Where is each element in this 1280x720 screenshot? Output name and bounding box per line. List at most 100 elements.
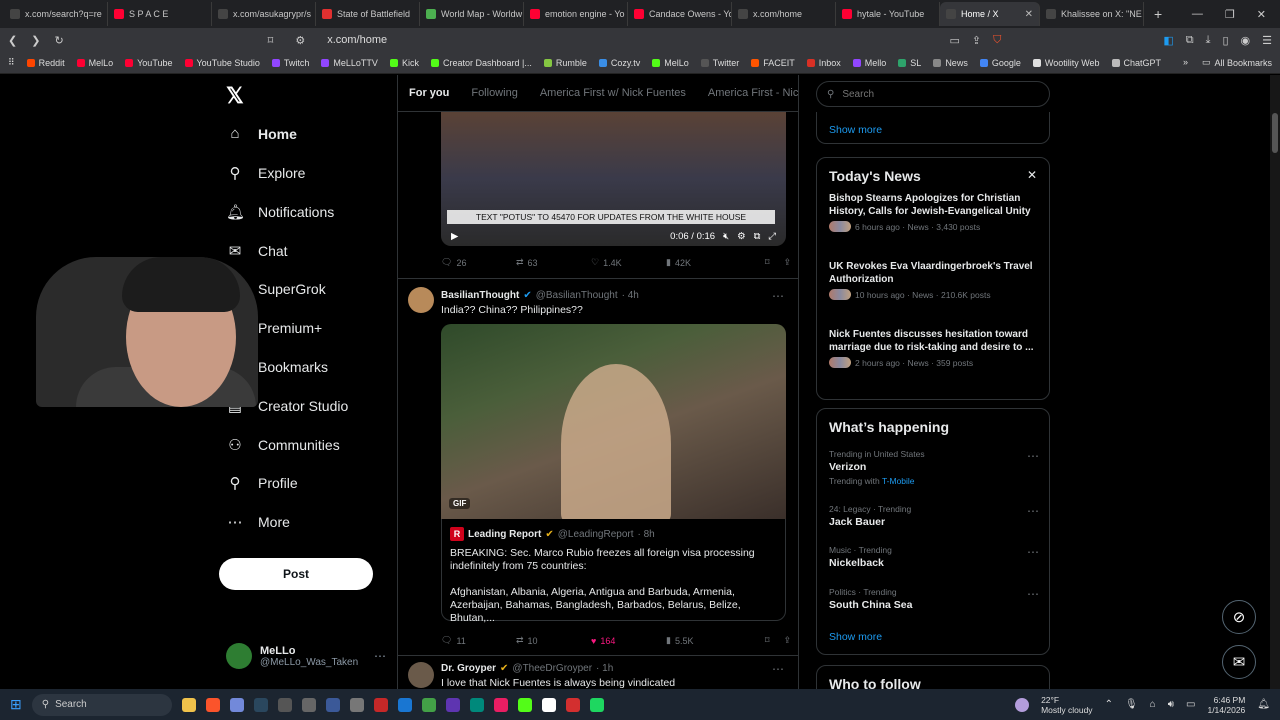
download-icon[interactable]: ⤓ <box>1206 34 1211 47</box>
bookmark-item[interactable]: Kick <box>389 58 419 68</box>
back-icon[interactable]: ❮ <box>8 34 17 47</box>
nav-item-chat[interactable]: ✉ Chat <box>226 242 288 260</box>
all-bookmarks[interactable]: ▭ All Bookmarks <box>1202 57 1272 68</box>
avatar[interactable] <box>408 662 434 688</box>
app-icon[interactable] <box>445 697 460 712</box>
kick-icon[interactable] <box>517 697 532 712</box>
more-icon[interactable]: ⋯ <box>772 289 784 303</box>
bookmark-item[interactable]: Cozy.tv <box>598 58 640 68</box>
bookmark-item[interactable]: Reddit <box>26 58 65 68</box>
repost-button[interactable]: ⇄ 10 <box>516 635 591 646</box>
bookmark-item[interactable]: Google <box>979 58 1021 68</box>
forward-icon[interactable]: ❯ <box>31 34 40 47</box>
nav-item-communities[interactable]: ⚇ Communities <box>226 436 339 454</box>
show-more-link[interactable]: Show more <box>829 631 882 643</box>
extensions-icon[interactable]: ⧉ <box>1186 34 1194 47</box>
timeline-tab[interactable]: America First w/ Nick Fuentes <box>529 75 697 111</box>
bookmark-icon[interactable]: ⌑ <box>765 635 770 646</box>
repost-button[interactable]: ⇄ 63 <box>516 257 591 268</box>
mic-icon[interactable]: 🎙︎ <box>1125 699 1138 710</box>
app-icon[interactable] <box>277 697 292 712</box>
bookmark-item[interactable]: Rumble <box>543 58 587 68</box>
mute-icon[interactable]: 🔇︎ <box>723 231 729 242</box>
trend-with-link[interactable]: T-Mobile <box>882 476 915 486</box>
timeline-tab[interactable]: America First - Nick Fu <box>697 75 798 111</box>
show-more-link[interactable]: Show more <box>829 124 882 136</box>
browser-tab[interactable]: Home / X ✕ <box>940 2 1040 26</box>
browser-tab[interactable]: State of Battlefield <box>316 2 420 26</box>
timeline-tab[interactable]: Following <box>460 75 528 111</box>
pip-icon[interactable]: ⧉ <box>754 231 761 242</box>
app-icon[interactable] <box>421 697 436 712</box>
reply-button[interactable]: 🗨︎ 26 <box>441 257 516 268</box>
more-icon[interactable]: ⋯ <box>374 649 386 663</box>
discord-icon[interactable] <box>229 697 244 712</box>
like-button[interactable]: ♡ 1.4K <box>591 257 666 268</box>
news-item[interactable]: UK Revokes Eva Vlaardingerbroek's Travel… <box>829 260 1039 300</box>
app-icon[interactable] <box>373 697 388 712</box>
page-scrollbar[interactable] <box>1270 75 1280 689</box>
search-box[interactable]: ⚲ <box>816 81 1050 107</box>
bookmark-item[interactable]: MelLo <box>76 58 113 68</box>
browser-tab[interactable]: hytale - YouTube <box>836 2 940 26</box>
reply-button[interactable]: 🗨︎ 11 <box>441 635 516 646</box>
video-player[interactable]: TEXT "POTUS" TO 45470 FOR UPDATES FROM T… <box>441 112 786 246</box>
more-icon[interactable]: ⋯ <box>772 662 784 676</box>
author-handle[interactable]: @BasilianThought <box>536 290 618 301</box>
close-icon[interactable]: ✕ <box>1027 168 1037 182</box>
brave-shield-icon[interactable]: ⛉ <box>993 34 1001 47</box>
tweet[interactable]: BasilianThought ✔ @BasilianThought · 4h … <box>398 278 798 624</box>
like-button[interactable]: ♥ 164 <box>591 636 666 646</box>
weather-icon[interactable] <box>1015 697 1030 712</box>
search-input[interactable] <box>842 88 1023 100</box>
nav-item-explore[interactable]: ⚲ Explore <box>226 164 306 182</box>
clock[interactable]: 6:46 PM 1/14/2026 <box>1207 695 1245 715</box>
app-icon[interactable] <box>397 697 412 712</box>
share-icon[interactable]: ⇪ <box>783 635 791 646</box>
bookmark-page-icon[interactable]: ⌑ <box>268 34 274 47</box>
bookmark-item[interactable]: News <box>933 58 968 68</box>
browser-tab[interactable]: x.com/asukagrypr/s <box>212 2 316 26</box>
quoted-tweet[interactable]: R Leading Report ✔ @LeadingReport · 8h B… <box>441 519 786 624</box>
trend-item[interactable]: 24: Legacy · Trending Jack Bauer ⋯ <box>829 504 1043 528</box>
trend-item[interactable]: Music · Trending Nickelback ⋯ <box>829 545 1043 569</box>
grok-button[interactable]: ⊘ <box>1222 600 1256 634</box>
author-name[interactable]: Dr. Groyper <box>441 663 496 674</box>
profile-icon[interactable]: ◉ <box>1241 34 1251 47</box>
bookmark-item[interactable]: FACEIT <box>751 58 795 68</box>
app-icon[interactable] <box>325 697 340 712</box>
settings-icon[interactable]: ⚙ <box>737 231 746 242</box>
brave-icon[interactable] <box>205 697 220 712</box>
author-handle[interactable]: @TheeDrGroyper <box>512 663 592 674</box>
browser-tab[interactable]: Candace Owens - Yo <box>628 2 732 26</box>
author-name[interactable]: BasilianThought <box>441 290 519 301</box>
more-icon[interactable]: ⋯ <box>1027 449 1039 463</box>
views-button[interactable]: ▮ 5.5K <box>666 635 741 646</box>
bookmark-item[interactable]: YouTube Studio <box>184 58 260 68</box>
site-info-icon[interactable]: ⚙ <box>295 34 305 47</box>
nav-item-more[interactable]: ⋯ More <box>226 513 290 531</box>
app-icon[interactable] <box>493 697 508 712</box>
nav-item-profile[interactable]: ⚲ Profile <box>226 474 298 492</box>
extension-icon[interactable]: ◧ <box>1163 34 1173 47</box>
bookmark-icon[interactable]: ⌑ <box>765 257 770 268</box>
fullscreen-icon[interactable]: ⤢ <box>768 231 776 242</box>
play-icon[interactable]: ▶ <box>451 231 458 242</box>
app-icon[interactable] <box>301 697 316 712</box>
account-switcher[interactable]: MeLLo @MeLLo_Was_Taken ⋯ <box>226 643 386 669</box>
views-button[interactable]: ▮ 42K <box>666 257 741 268</box>
messages-button[interactable]: ✉ <box>1222 645 1256 679</box>
close-window-icon[interactable]: ✕ <box>1257 8 1266 21</box>
spotify-icon[interactable] <box>589 697 604 712</box>
browser-tab[interactable]: S P A C E <box>108 2 212 26</box>
bookmark-item[interactable]: Wootility Web <box>1032 58 1100 68</box>
bookmark-item[interactable]: Twitter <box>700 58 739 68</box>
news-item[interactable]: Bishop Stearns Apologizes for Christian … <box>829 192 1039 232</box>
more-icon[interactable]: ⋯ <box>1027 587 1039 601</box>
close-icon[interactable]: ✕ <box>1025 9 1033 20</box>
more-icon[interactable]: ⋯ <box>1027 504 1039 518</box>
volume-icon[interactable]: 🔊︎ <box>1168 699 1174 710</box>
battery-icon[interactable]: ▭ <box>1186 699 1195 710</box>
timeline-tab[interactable]: For you <box>398 75 460 111</box>
network-icon[interactable]: ⌂ <box>1150 699 1156 710</box>
